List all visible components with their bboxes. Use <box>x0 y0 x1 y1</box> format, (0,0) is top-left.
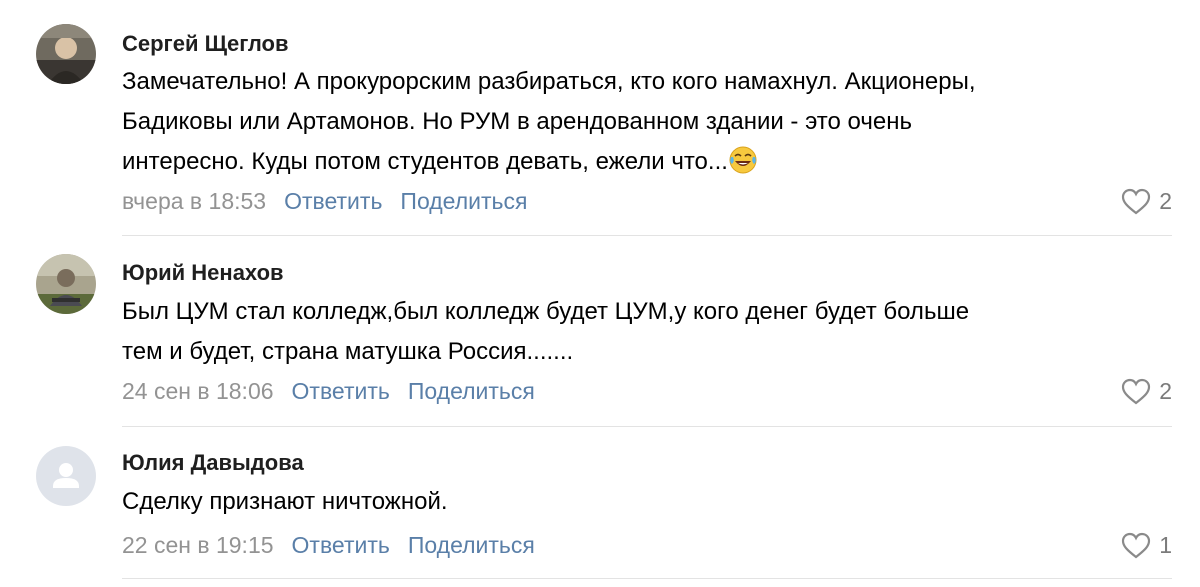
comment-date[interactable]: 22 сен в 19:15 <box>122 532 274 559</box>
reply-button[interactable]: Ответить <box>292 532 390 559</box>
comment-text-line: Сделку признают ничтожной. <box>122 488 448 515</box>
comment-text: Сделку признают ничтожной. <box>122 482 1182 522</box>
author-name[interactable]: Юлия Давыдова <box>122 450 304 476</box>
share-button[interactable]: Поделиться <box>408 532 535 559</box>
like-count: 1 <box>1159 532 1172 558</box>
heart-icon <box>1122 532 1151 559</box>
like-button[interactable]: 1 <box>1121 532 1172 559</box>
default-user-icon <box>36 446 96 506</box>
comment-divider <box>122 578 1172 579</box>
comment-meta: 22 сен в 19:15 Ответить Поделиться <box>122 532 553 559</box>
avatar[interactable] <box>36 446 96 506</box>
comment-item: Юлия Давыдова Сделку признают ничтожной.… <box>0 0 1200 587</box>
